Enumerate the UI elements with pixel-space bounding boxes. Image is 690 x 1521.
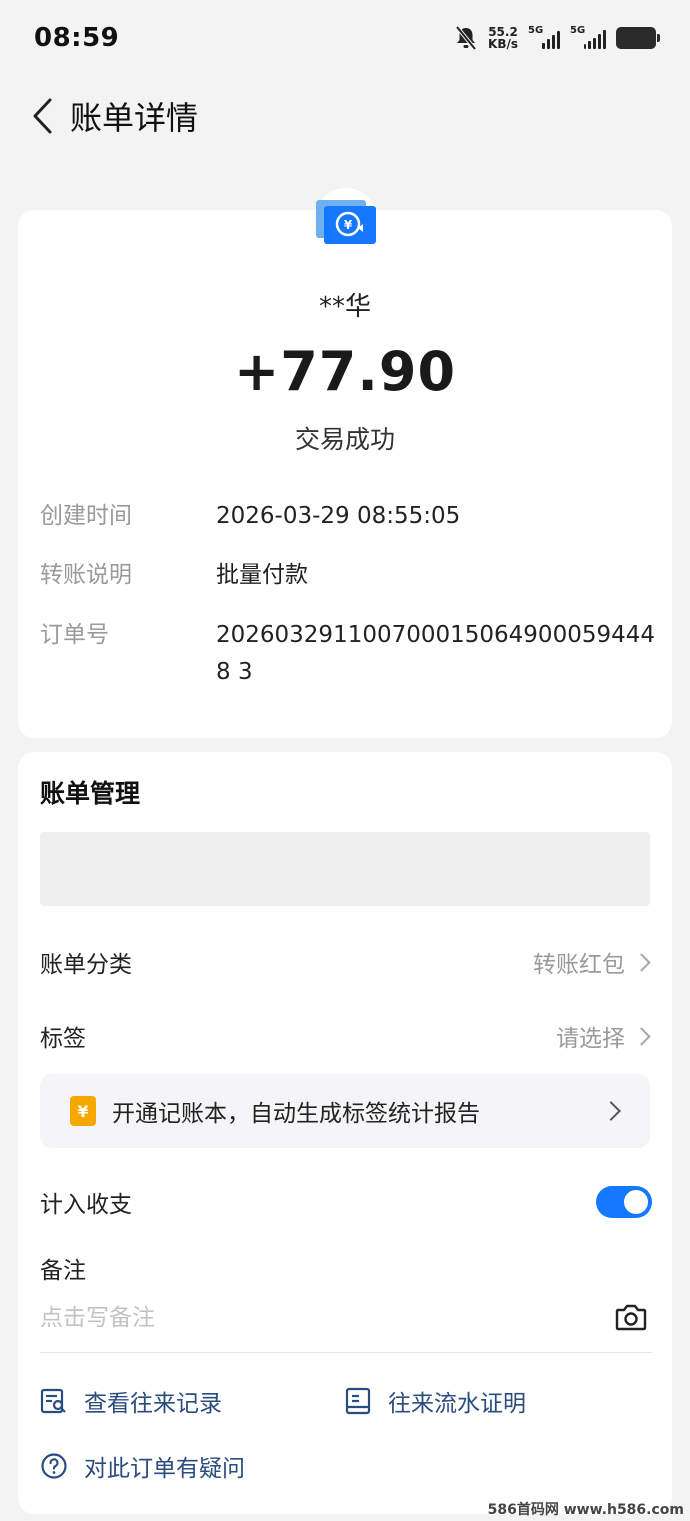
status-time: 08:59 <box>34 22 120 53</box>
transfer-icon: ¥ <box>315 188 377 250</box>
bill-category-label: 账单分类 <box>40 952 132 978</box>
net-speed-unit: KB/s <box>488 36 518 51</box>
section-title: 账单管理 <box>40 779 141 808</box>
detail-label: 转账说明 <box>40 562 132 588</box>
detail-label: 创建时间 <box>40 503 132 529</box>
ledger-promo-banner[interactable]: ¥ 开通记账本，自动生成标签统计报告 <box>40 1074 650 1148</box>
tag-label: 标签 <box>40 1026 86 1052</box>
watermark: 586首码网 www.h586.com <box>487 1502 684 1518</box>
include-income-label: 计入收支 <box>40 1192 132 1218</box>
promo-text: 开通记账本，自动生成标签统计报告 <box>112 1101 480 1127</box>
sim1-label: 5G <box>528 24 544 36</box>
view-history-label: 查看往来记录 <box>84 1391 222 1417</box>
net-speed: 55.2 KB/s <box>488 26 518 50</box>
page-title: 账单详情 <box>70 99 199 137</box>
order-question-link[interactable]: 对此订单有疑问 <box>40 1449 245 1483</box>
note-input[interactable]: 点击写备注 <box>40 1298 600 1332</box>
back-button[interactable] <box>14 85 70 147</box>
tag-value: 请选择 <box>556 1026 625 1052</box>
svg-text:¥: ¥ <box>344 218 353 232</box>
detail-row-created-time: 创建时间 2026-03-29 08:55:05 <box>40 498 660 535</box>
transaction-proof-link[interactable]: 往来流水证明 <box>344 1384 526 1418</box>
include-income-toggle[interactable] <box>596 1186 652 1218</box>
note-row: 备注 <box>40 1246 652 1290</box>
transaction-status: 交易成功 <box>294 425 395 454</box>
bill-category-value: 转账红包 <box>533 952 625 978</box>
yuan-icon: ¥ <box>70 1096 96 1126</box>
order-number-value[interactable]: 2026032911007000150649000594448 3 <box>216 617 660 691</box>
placeholder-banner <box>40 832 650 906</box>
tag-row[interactable]: 标签 请选择 <box>40 1014 652 1058</box>
chevron-right-icon <box>632 1026 651 1046</box>
divider <box>40 1352 652 1353</box>
mute-bell-icon <box>455 25 477 50</box>
detail-value: 批量付款 <box>216 562 308 588</box>
battery-icon <box>616 26 660 49</box>
bill-management-card: 账单管理 账单分类 转账红包 标签 请选择 ¥ 开通记账本，自动生成标签统计报告… <box>18 752 672 1514</box>
bill-category-row[interactable]: 账单分类 转账红包 <box>40 940 652 984</box>
view-history-link[interactable]: 查看往来记录 <box>40 1384 222 1418</box>
payer-name: **华 <box>318 292 371 322</box>
transaction-amount: +77.90 <box>233 340 457 403</box>
transaction-card: ¥ **华 +77.90 交易成功 创建时间 2026-03-29 08:55:… <box>18 188 672 738</box>
status-icons: 55.2 KB/s 5G 5G <box>454 24 660 51</box>
detail-value: 2026-03-29 08:55:05 <box>216 503 461 529</box>
detail-label: 订单号 <box>40 622 109 648</box>
record-search-icon <box>40 1388 66 1414</box>
chevron-right-icon <box>601 1101 621 1121</box>
camera-icon[interactable] <box>614 1300 648 1334</box>
document-icon <box>345 1387 371 1415</box>
chevron-right-icon <box>632 952 651 972</box>
signal-icon-sim1: 5G <box>528 24 560 49</box>
order-question-label: 对此订单有疑问 <box>84 1456 245 1482</box>
note-label: 备注 <box>40 1258 86 1284</box>
nav-bar: 账单详情 <box>0 85 690 147</box>
sim2-label: 5G <box>570 24 586 36</box>
back-arrow-icon <box>33 98 52 134</box>
signal-icon-sim2: 5G <box>570 24 607 49</box>
detail-row-transfer-note: 转账说明 批量付款 <box>40 557 660 594</box>
question-circle-icon <box>41 1453 67 1479</box>
include-income-row: 计入收支 <box>40 1180 652 1224</box>
detail-row-order-number: 订单号 2026032911007000150649000594448 3 <box>40 617 660 691</box>
transaction-proof-label: 往来流水证明 <box>388 1391 526 1417</box>
net-speed-value: 55.2 <box>488 24 518 39</box>
status-bar: 08:59 55.2 KB/s 5G 5G <box>0 0 690 75</box>
